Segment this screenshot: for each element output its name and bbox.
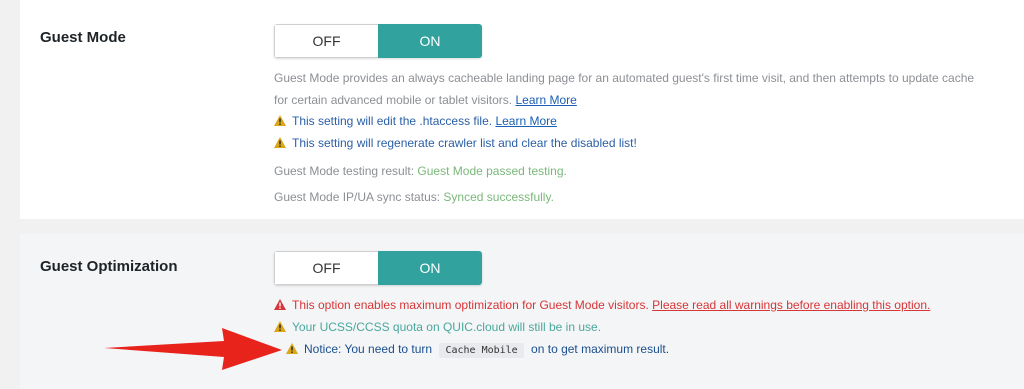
testing-result: Guest Mode testing result: Guest Mode pa… (274, 164, 567, 178)
guest-mode-description-line2: for certain advanced mobile or tablet vi… (274, 93, 577, 107)
sync-status: Guest Mode IP/UA sync status: Synced suc… (274, 190, 554, 204)
guest-mode-on-button[interactable]: ON (378, 24, 482, 58)
htaccess-warning-text: This setting will edit the .htaccess fil… (292, 114, 493, 128)
guest-mode-toggle[interactable]: OFF ON (274, 24, 482, 58)
danger-icon (274, 299, 286, 310)
danger-warning: This option enables maximum optimization… (274, 298, 930, 312)
testing-result-value: Guest Mode passed testing. (417, 164, 567, 178)
guest-mode-label: Guest Mode (40, 29, 126, 46)
testing-result-label: Guest Mode testing result: (274, 164, 415, 178)
guest-optimization-toggle[interactable]: OFF ON (274, 251, 482, 285)
guest-optimization-label: Guest Optimization (40, 258, 178, 275)
learn-more-link-htaccess[interactable]: Learn More (495, 114, 556, 128)
guest-mode-description-text: for certain advanced mobile or tablet vi… (274, 93, 513, 107)
read-warnings-link[interactable]: Please read all warnings before enabling… (652, 298, 930, 312)
crawler-warning-text: This setting will regenerate crawler lis… (292, 136, 637, 150)
quota-notice: Your UCSS/CCSS quota on QUIC.cloud will … (274, 320, 601, 334)
notice-suffix: on to get maximum result. (531, 342, 670, 356)
notice-prefix: Notice: You need to turn (304, 342, 433, 356)
warning-icon (274, 115, 286, 126)
guest-mode-description-line1: Guest Mode provides an always cacheable … (274, 71, 975, 85)
danger-warning-text: This option enables maximum optimization… (292, 298, 649, 312)
sync-status-label: Guest Mode IP/UA sync status: (274, 190, 441, 204)
guest-mode-off-button[interactable]: OFF (274, 24, 378, 58)
cache-mobile-code: Cache Mobile (439, 343, 524, 358)
quota-notice-text: Your UCSS/CCSS quota on QUIC.cloud will … (292, 320, 602, 334)
crawler-warning: This setting will regenerate crawler lis… (274, 136, 637, 150)
cache-mobile-notice: Notice: You need to turn Cache Mobile on… (286, 342, 670, 358)
htaccess-warning: This setting will edit the .htaccess fil… (274, 114, 557, 128)
sync-status-value: Synced successfully. (443, 190, 554, 204)
guest-optimization-off-button[interactable]: OFF (274, 251, 378, 285)
arrow-annotation (104, 328, 282, 370)
warning-icon (286, 343, 298, 354)
guest-mode-row: Guest Mode OFF ON Guest Mode provides an… (20, 0, 1024, 219)
warning-icon (274, 137, 286, 148)
learn-more-link[interactable]: Learn More (515, 93, 576, 107)
guest-optimization-on-button[interactable]: ON (378, 251, 482, 285)
